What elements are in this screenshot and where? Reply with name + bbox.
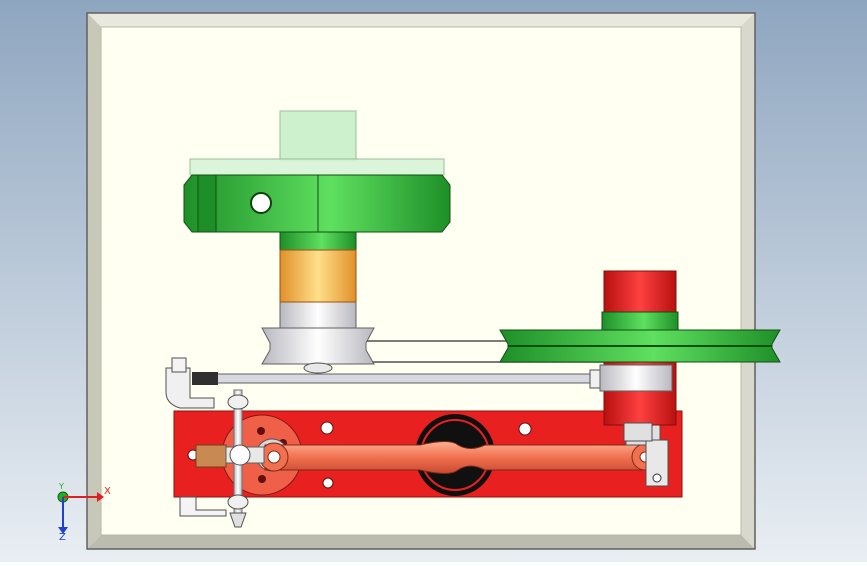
base-plate-hole — [518, 422, 532, 436]
base-plate-hole — [322, 477, 334, 489]
vertical-shaft[interactable] — [279, 231, 357, 303]
triad-z-label: Z — [59, 532, 66, 543]
brass-bushing — [195, 444, 227, 468]
rod-end-left-pin — [267, 450, 281, 464]
rail-spring — [192, 372, 218, 385]
motor-shaft-nut — [623, 422, 653, 442]
large-pulley-hub — [601, 311, 679, 331]
connecting-rod[interactable] — [259, 441, 659, 474]
frame-bevel-right — [741, 13, 755, 549]
crank-bolt — [258, 475, 266, 483]
shaft-sleeve — [279, 249, 357, 303]
small-pulley-nut — [303, 362, 333, 374]
rail-end-post — [171, 357, 187, 373]
base-plate-hole — [320, 421, 334, 435]
guide-rod-bottom-nut — [227, 494, 249, 510]
linkage-rail-bar — [204, 373, 596, 384]
motor-bracket — [599, 364, 673, 392]
frame-bevel-top — [87, 13, 755, 27]
assembly-view[interactable] — [0, 0, 867, 562]
frame-bevel-bottom — [87, 535, 755, 549]
upper-wheel-transparent-flange — [189, 158, 445, 176]
connecting-rod-body — [264, 441, 649, 474]
upper-wheel-left-slot — [197, 174, 217, 233]
pivot-bolt — [652, 473, 662, 483]
guide-rod-top-nut — [227, 394, 249, 410]
upper-wheel-top-hub — [279, 110, 357, 162]
triad-x-label: X — [104, 486, 111, 497]
upper-wheel-body — [183, 174, 451, 233]
small-pulley-collar — [279, 301, 357, 329]
frame-bevel-left — [87, 13, 101, 549]
small-pulley-rim — [261, 327, 375, 365]
upper-wheel-bore — [250, 192, 272, 214]
motor-top-housing — [603, 270, 677, 314]
shaft-collar-top — [279, 231, 357, 251]
crank-bolt — [257, 427, 265, 435]
cad-viewport[interactable]: X Y Z — [0, 0, 867, 562]
triad-y-label: Y — [59, 482, 64, 491]
guide-pin — [229, 444, 251, 466]
